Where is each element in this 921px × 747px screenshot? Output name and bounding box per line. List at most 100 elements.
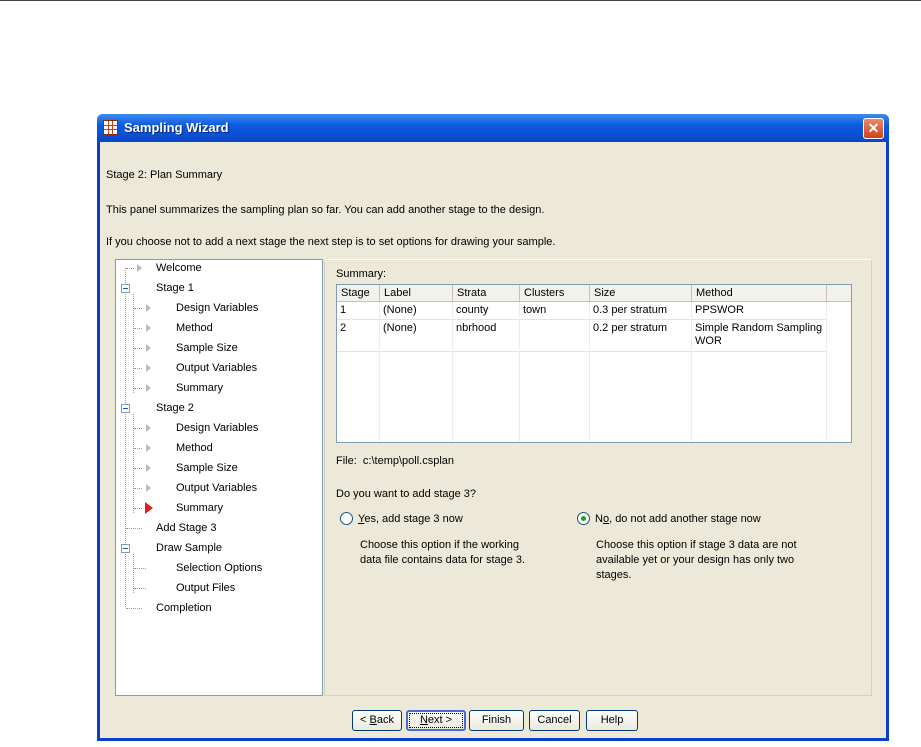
next-button[interactable]: Next >	[406, 710, 466, 731]
row-divider	[337, 351, 827, 352]
step-arrow-icon	[146, 424, 151, 432]
back-label-text: ack	[376, 714, 394, 726]
step-arrow-icon	[146, 344, 151, 352]
tree-item-stage2-output-variables[interactable]: Output Variables	[176, 480, 257, 496]
tree-item-stage2-method[interactable]: Method	[176, 440, 213, 456]
tree-connector	[134, 568, 146, 569]
current-step-arrow-icon	[145, 502, 153, 514]
tree-connector	[134, 508, 142, 509]
cancel-button[interactable]: Cancel	[529, 710, 580, 731]
step-arrow-icon	[146, 384, 151, 392]
tree-item-add-stage3[interactable]: Add Stage 3	[156, 520, 217, 536]
top-divider-line	[0, 0, 921, 1]
step-arrow-icon	[146, 464, 151, 472]
no-label-text: , do not add another stage now	[609, 513, 761, 525]
tree-connector	[134, 448, 142, 449]
step-arrow-icon	[146, 444, 151, 452]
close-icon: ✕	[867, 120, 880, 136]
column-header[interactable]: Stage	[337, 285, 380, 302]
table-cell: 0.2 per stratum	[590, 322, 692, 335]
no-option-label[interactable]: No, do not add another stage now	[595, 513, 761, 525]
no-description-line1: Choose this option if stage 3 data are n…	[596, 539, 797, 551]
tree-item-completion[interactable]: Completion	[156, 600, 212, 616]
tree-connector	[126, 268, 134, 269]
table-cell: county	[453, 304, 520, 317]
column-header[interactable]: Label	[380, 285, 453, 302]
table-cell: nbrhood	[453, 322, 520, 335]
tree-connector	[134, 588, 146, 589]
column-divider	[452, 302, 453, 442]
file-label: File: c:\temp\poll.csplan	[336, 455, 454, 467]
no-description-line3: stages.	[596, 569, 632, 581]
collapse-icon[interactable]	[121, 284, 130, 293]
next-mnemonic: N	[419, 714, 428, 726]
table-cell: 1	[337, 304, 380, 317]
table-cell: 2	[337, 322, 380, 335]
column-divider	[589, 302, 590, 442]
column-header[interactable]: Clusters	[520, 285, 590, 302]
column-header[interactable]: Strata	[453, 285, 520, 302]
step-arrow-icon	[146, 304, 151, 312]
intro-text: This panel summarizes the sampling plan …	[106, 204, 545, 216]
back-button[interactable]: < Back	[352, 710, 402, 731]
tree-item-stage1[interactable]: Stage 1	[156, 280, 194, 296]
wizard-client-area: Stage 2: Plan Summary This panel summari…	[100, 142, 886, 738]
tree-item-stage1-method[interactable]: Method	[176, 320, 213, 336]
tree-item-output-files[interactable]: Output Files	[176, 580, 235, 596]
tree-item-welcome[interactable]: Welcome	[156, 260, 202, 276]
tree-item-stage1-summary[interactable]: Summary	[176, 380, 223, 396]
tree-connector	[134, 428, 142, 429]
tree-connector	[126, 608, 142, 609]
table-cell: (None)	[380, 322, 453, 335]
close-button[interactable]: ✕	[863, 118, 884, 139]
tree-item-draw-sample[interactable]: Draw Sample	[156, 540, 222, 556]
no-radio-button[interactable]	[577, 512, 590, 525]
yes-label-text: es, add stage 3 now	[364, 513, 463, 525]
finish-button[interactable]: Finish	[469, 710, 524, 731]
step-arrow-icon	[137, 264, 142, 272]
tree-connector	[134, 348, 142, 349]
column-divider	[379, 302, 380, 442]
back-label-prefix: <	[360, 714, 370, 726]
table-cell: PPSWOR	[692, 304, 827, 317]
tree-item-stage1-design-variables[interactable]: Design Variables	[176, 300, 258, 316]
note-text: If you choose not to add a next stage th…	[106, 236, 556, 248]
column-divider	[826, 302, 827, 442]
tree-item-stage1-output-variables[interactable]: Output Variables	[176, 360, 257, 376]
title-bar[interactable]: Sampling Wizard ✕	[97, 114, 889, 142]
column-header-filler	[827, 285, 851, 302]
summary-label: Summary:	[336, 268, 387, 280]
wizard-step-tree: Welcome Stage 1 Design Variables Method …	[115, 259, 323, 696]
tree-connector	[125, 268, 126, 607]
yes-radio-button[interactable]	[340, 512, 353, 525]
table-cell: town	[520, 304, 590, 317]
window-title: Sampling Wizard	[124, 120, 229, 135]
table-cell: (None)	[380, 304, 453, 317]
tree-item-stage2-design-variables[interactable]: Design Variables	[176, 420, 258, 436]
row-divider	[337, 319, 827, 320]
step-arrow-icon	[146, 484, 151, 492]
column-header[interactable]: Size	[590, 285, 692, 302]
tree-item-stage2[interactable]: Stage 2	[156, 400, 194, 416]
table-cell: 0.3 per stratum	[590, 304, 692, 317]
no-description-line2: available yet or your design has only tw…	[596, 554, 795, 566]
tree-connector	[134, 468, 142, 469]
tree-connector	[134, 308, 142, 309]
tree-connector	[134, 488, 142, 489]
summary-table[interactable]: Stage Label Strata Clusters Size Method …	[336, 284, 852, 443]
tree-connector	[134, 368, 142, 369]
next-label-text: ext >	[427, 714, 453, 726]
tree-item-stage2-sample-size[interactable]: Sample Size	[176, 460, 238, 476]
file-label-text: File:	[336, 455, 357, 467]
yes-option-label[interactable]: Yes, add stage 3 now	[358, 513, 463, 525]
tree-item-stage2-summary[interactable]: Summary	[176, 500, 223, 516]
help-button[interactable]: Help	[586, 710, 638, 731]
back-mnemonic: B	[369, 714, 377, 726]
column-header[interactable]: Method	[692, 285, 827, 302]
tree-connector	[134, 328, 142, 329]
file-path: c:\temp\poll.csplan	[362, 455, 455, 467]
tree-item-stage1-sample-size[interactable]: Sample Size	[176, 340, 238, 356]
collapse-icon[interactable]	[121, 544, 130, 553]
tree-item-selection-options[interactable]: Selection Options	[176, 560, 262, 576]
collapse-icon[interactable]	[121, 404, 130, 413]
